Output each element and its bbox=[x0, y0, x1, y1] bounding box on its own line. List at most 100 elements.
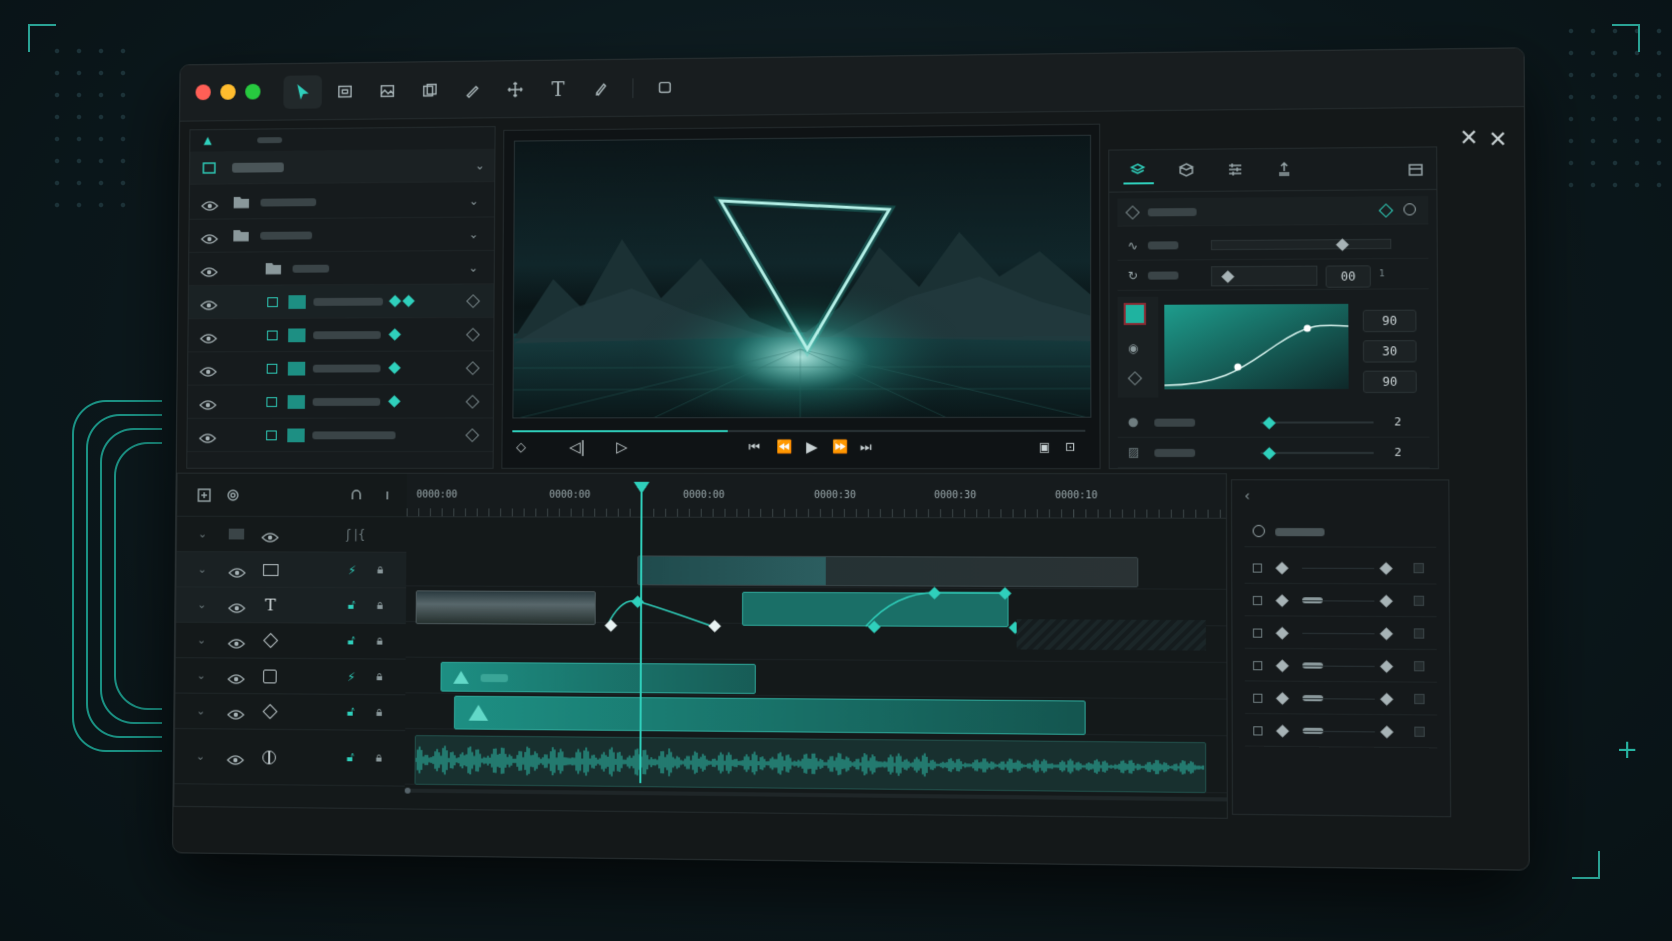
color-swatch[interactable] bbox=[1123, 302, 1147, 326]
tab-export[interactable] bbox=[1270, 159, 1301, 183]
eye-icon[interactable] bbox=[199, 429, 216, 441]
layer-row[interactable]: ⌄ bbox=[189, 184, 495, 220]
layer-row-root[interactable]: ⌄ bbox=[189, 148, 495, 185]
keyframe[interactable] bbox=[388, 294, 402, 308]
blend-value[interactable]: 2 bbox=[1394, 446, 1401, 459]
layer-row[interactable] bbox=[187, 418, 493, 453]
checkbox-icon[interactable] bbox=[1253, 661, 1263, 671]
lock-icon[interactable]: 🔒︎ bbox=[377, 563, 383, 578]
easing-curve-graph[interactable] bbox=[1164, 303, 1349, 390]
prev-frame-icon[interactable]: ◁| bbox=[569, 438, 585, 456]
opacity-slider[interactable] bbox=[1260, 421, 1374, 424]
audio-clip[interactable] bbox=[414, 735, 1207, 794]
eye-icon[interactable] bbox=[228, 599, 245, 611]
eye-icon[interactable] bbox=[228, 634, 245, 646]
step-forward-icon[interactable]: ⏩ bbox=[832, 440, 848, 455]
keyframe[interactable] bbox=[1380, 692, 1394, 706]
eye-icon[interactable] bbox=[201, 230, 218, 242]
property-row-rotation[interactable]: ↻ 00 1 bbox=[1117, 258, 1429, 291]
motion-icon[interactable]: ⚡ bbox=[348, 563, 356, 577]
layer-row[interactable] bbox=[188, 284, 494, 320]
keyframe[interactable] bbox=[388, 395, 401, 408]
options-icon[interactable] bbox=[1414, 726, 1425, 737]
title-clip[interactable] bbox=[415, 590, 596, 625]
close-icon[interactable]: ✕ bbox=[1488, 127, 1507, 153]
layer-row[interactable]: ⌄ bbox=[188, 250, 494, 287]
settings-icon[interactable] bbox=[225, 487, 241, 503]
eye-icon[interactable] bbox=[200, 296, 217, 308]
eye-icon[interactable] bbox=[201, 263, 218, 275]
options-icon[interactable] bbox=[1414, 693, 1425, 705]
mask-clip[interactable] bbox=[440, 661, 756, 694]
brush-tool-button[interactable] bbox=[581, 72, 620, 106]
lock-icon[interactable]: 🔒︎ bbox=[376, 705, 382, 720]
keyframe-row[interactable] bbox=[1244, 585, 1437, 618]
keyframe[interactable] bbox=[1276, 724, 1290, 738]
track-header-shape[interactable]: ⌄ 🔓︎ 🔒︎ bbox=[175, 693, 406, 732]
tab-layers[interactable] bbox=[1123, 160, 1154, 185]
eye-icon[interactable] bbox=[228, 564, 245, 576]
options-icon[interactable] bbox=[1413, 628, 1425, 639]
lock-open-icon[interactable]: 🔓︎ bbox=[347, 705, 355, 720]
track-header-text[interactable]: ⌄ T 🔓︎ 🔒︎ bbox=[176, 587, 407, 624]
position-slider[interactable] bbox=[1210, 238, 1392, 251]
checkbox-icon[interactable] bbox=[1252, 563, 1263, 573]
layer-row[interactable]: ⌄ bbox=[189, 217, 495, 253]
curve-value-3[interactable]: 90 bbox=[1363, 370, 1417, 394]
expand-icon[interactable]: ⌄ bbox=[197, 634, 206, 647]
fullscreen-icon[interactable]: ⊡ bbox=[1065, 440, 1075, 454]
motion-icon[interactable]: ⚡ bbox=[347, 670, 355, 684]
chevron-up-icon[interactable]: ▲ bbox=[204, 134, 212, 147]
layer-row[interactable] bbox=[188, 317, 494, 353]
keyframe[interactable] bbox=[1275, 626, 1289, 640]
preview-canvas[interactable] bbox=[512, 134, 1092, 419]
keyframe[interactable] bbox=[1380, 725, 1394, 739]
slider-handle[interactable] bbox=[1262, 416, 1276, 430]
image-tool-button[interactable] bbox=[368, 74, 407, 108]
checkbox-icon[interactable] bbox=[266, 363, 278, 374]
tab-adjust[interactable] bbox=[1221, 159, 1252, 183]
safe-area-icon[interactable]: ▣ bbox=[1039, 440, 1050, 454]
keyframe-row[interactable] bbox=[1245, 716, 1438, 749]
track-header-mask[interactable]: ⌄ ⚡ 🔒︎ bbox=[175, 658, 406, 696]
curve-value-1[interactable]: 90 bbox=[1362, 309, 1417, 333]
keyframe[interactable] bbox=[1275, 659, 1289, 673]
reset-icon[interactable] bbox=[1403, 203, 1416, 216]
bracket-icon[interactable]: ʃ |{ bbox=[346, 527, 365, 541]
blend-slider[interactable] bbox=[1260, 451, 1374, 454]
eye-icon[interactable] bbox=[199, 396, 216, 408]
keyframe-toggle-icon[interactable] bbox=[465, 361, 480, 376]
lock-icon[interactable]: 🔒︎ bbox=[377, 598, 383, 613]
eye-icon[interactable] bbox=[201, 197, 218, 209]
scrub-track[interactable] bbox=[512, 429, 1086, 433]
comment-tool-button[interactable] bbox=[645, 71, 684, 105]
keyframe-row[interactable] bbox=[1244, 618, 1437, 650]
eye-icon[interactable] bbox=[261, 528, 278, 540]
layer-row[interactable] bbox=[187, 384, 494, 419]
keyframe-row[interactable] bbox=[1244, 650, 1437, 683]
keyframe[interactable] bbox=[388, 361, 401, 375]
eye-icon[interactable]: ◉ bbox=[1128, 341, 1139, 355]
maximize-window-button[interactable] bbox=[245, 83, 261, 100]
step-back-icon[interactable]: ⏪ bbox=[776, 440, 792, 455]
eye-icon[interactable] bbox=[200, 329, 217, 341]
lock-icon[interactable]: 🔒︎ bbox=[377, 634, 383, 649]
chevron-down-icon[interactable]: ⌄ bbox=[475, 158, 485, 172]
options-icon[interactable] bbox=[1413, 595, 1425, 606]
frame-tool-button[interactable] bbox=[326, 75, 365, 109]
eye-icon[interactable] bbox=[227, 670, 244, 682]
keyframe-row[interactable] bbox=[1244, 553, 1437, 585]
scrollbar-thumb[interactable] bbox=[404, 787, 411, 794]
move-tool-button[interactable] bbox=[496, 73, 535, 107]
expand-icon[interactable]: ⌄ bbox=[197, 669, 206, 682]
collapse-left-icon[interactable]: ‹ bbox=[1244, 488, 1250, 504]
add-track-icon[interactable] bbox=[196, 487, 211, 503]
chevron-down-icon[interactable]: ⌄ bbox=[468, 260, 478, 274]
time-ruler[interactable]: 0000:00 0000:00 0000:00 0000:30 0000:30 … bbox=[406, 473, 1226, 519]
keyframe-toggle-icon[interactable] bbox=[466, 327, 480, 342]
keyframe[interactable] bbox=[402, 294, 415, 308]
keyframe[interactable] bbox=[1379, 562, 1393, 576]
chevron-down-icon[interactable]: ⌄ bbox=[469, 227, 479, 241]
lock-open-icon[interactable]: 🔓︎ bbox=[348, 598, 356, 613]
minimize-window-button[interactable] bbox=[220, 84, 236, 100]
